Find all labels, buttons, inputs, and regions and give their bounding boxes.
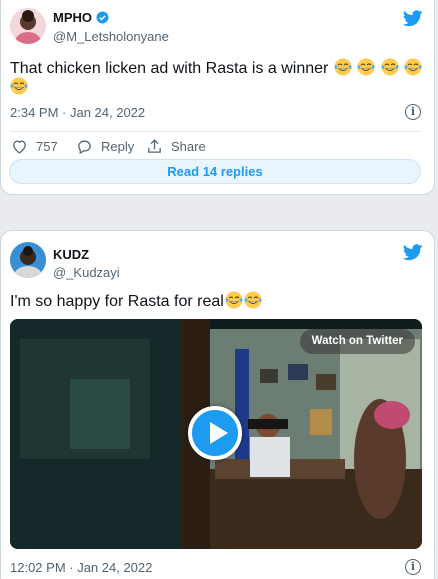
face-with-tears-of-joy-icon bbox=[357, 58, 375, 76]
play-icon[interactable] bbox=[188, 406, 242, 460]
avatar-mpho[interactable] bbox=[10, 8, 46, 44]
embedded-video[interactable]: Watch on Twitter bbox=[10, 319, 422, 549]
face-with-tears-of-joy-icon bbox=[10, 77, 28, 95]
tweet-text-wrap bbox=[10, 77, 28, 97]
watch-on-twitter-button[interactable]: Watch on Twitter bbox=[299, 329, 415, 354]
like-button[interactable]: 757 bbox=[11, 138, 58, 155]
read-replies-button[interactable]: Read 14 replies bbox=[9, 159, 421, 184]
share-label: Share bbox=[171, 139, 206, 154]
info-icon[interactable]: i bbox=[405, 559, 421, 575]
avatar-kudz[interactable] bbox=[10, 242, 46, 278]
info-icon[interactable]: i bbox=[405, 104, 421, 120]
like-count: 757 bbox=[36, 139, 58, 154]
tweet-timestamp[interactable]: 12:02 PM · Jan 24, 2022 bbox=[10, 560, 152, 575]
share-icon bbox=[148, 139, 161, 153]
face-with-tears-of-joy-icon bbox=[334, 58, 352, 76]
display-name[interactable]: KUDZ bbox=[53, 247, 89, 262]
display-name[interactable]: MPHO bbox=[53, 10, 109, 25]
reply-button[interactable]: Reply bbox=[76, 138, 134, 155]
tweet-timestamp[interactable]: 2:34 PM · Jan 24, 2022 bbox=[10, 105, 145, 120]
twitter-bird-icon[interactable] bbox=[403, 244, 423, 261]
verified-badge-icon bbox=[96, 11, 109, 24]
face-with-tears-of-joy-icon bbox=[404, 58, 422, 76]
reply-label: Reply bbox=[101, 139, 135, 154]
twitter-bird-icon[interactable] bbox=[403, 10, 423, 27]
face-with-tears-of-joy-icon bbox=[225, 291, 243, 309]
user-handle[interactable]: @M_Letsholonyane bbox=[53, 29, 169, 44]
heart-icon bbox=[13, 140, 26, 154]
divider bbox=[10, 131, 420, 132]
face-with-tears-of-joy-icon bbox=[244, 291, 262, 309]
tweet-text: I'm so happy for Rasta for real bbox=[10, 291, 262, 311]
reply-icon bbox=[78, 140, 91, 155]
tweet-text: That chicken licken ad with Rasta is a w… bbox=[10, 58, 422, 78]
share-button[interactable]: Share bbox=[146, 138, 206, 155]
tweet-card-mpho: MPHO @M_Letsholonyane That chicken licke… bbox=[0, 0, 435, 195]
tweet-card-kudz: KUDZ @_Kudzayi I'm so happy for Rasta fo… bbox=[0, 230, 435, 579]
face-with-tears-of-joy-icon bbox=[381, 58, 399, 76]
user-handle[interactable]: @_Kudzayi bbox=[53, 265, 120, 280]
